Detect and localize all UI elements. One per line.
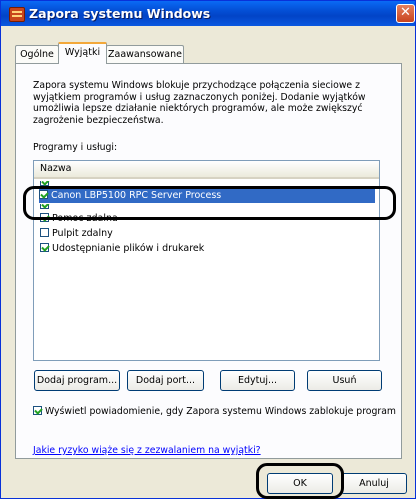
tab-general[interactable]: Ogólne [15,45,59,63]
list-item-remote-desktop[interactable]: Pulpit zdalny [40,227,376,241]
list-item-partial [40,181,240,187]
tab-exceptions[interactable]: Wyjątki [58,42,107,64]
add-port-button[interactable]: Dodaj port... [127,370,204,391]
notify-checkbox[interactable]: Wyświetl powiadomienie, gdy Zapora syste… [33,406,396,417]
checkbox-icon[interactable] [40,213,49,222]
column-header-name[interactable]: Nazwa [34,161,379,179]
cancel-button[interactable]: Anuluj [341,473,407,494]
checkbox-icon[interactable] [40,243,49,252]
edit-button[interactable]: Edytuj... [220,370,295,391]
risk-help-link[interactable]: Jakie ryzyko wiąże się z zezwalaniem na … [33,445,261,456]
programs-label: Programy i usługi: [33,142,118,153]
checkbox-icon[interactable] [33,406,42,415]
list-item-remote-assistance[interactable]: Pomoc zdalna [40,212,376,226]
list-item-canon[interactable]: Canon LBP5100 RPC Server Process [39,189,375,203]
description-text: Zapora systemu Windows blokuje przychodz… [33,80,366,126]
list-item-partial [40,204,240,210]
window-title: Zapora systemu Windows [29,6,211,21]
exceptions-panel: Zapora systemu Windows blokuje przychodz… [15,63,402,459]
ok-button[interactable]: OK [267,473,333,494]
firewall-dialog: Zapora systemu Windows ✕ Ogólne Wyjątki … [0,0,416,499]
checkbox-icon[interactable] [39,190,48,199]
add-program-button[interactable]: Dodaj program... [34,370,120,391]
tab-advanced[interactable]: Zaawansowane [106,45,184,63]
checkbox-icon[interactable] [40,228,49,237]
programs-list[interactable]: Nazwa Canon LBP5100 RPC Server Process P… [33,160,380,361]
close-button[interactable]: ✕ [396,4,415,23]
title-bar: Zapora systemu Windows ✕ [1,1,415,26]
firewall-icon [9,7,25,22]
delete-button[interactable]: Usuń [307,370,382,391]
list-item-file-sharing[interactable]: Udostępnianie plików i drukarek [40,242,376,256]
